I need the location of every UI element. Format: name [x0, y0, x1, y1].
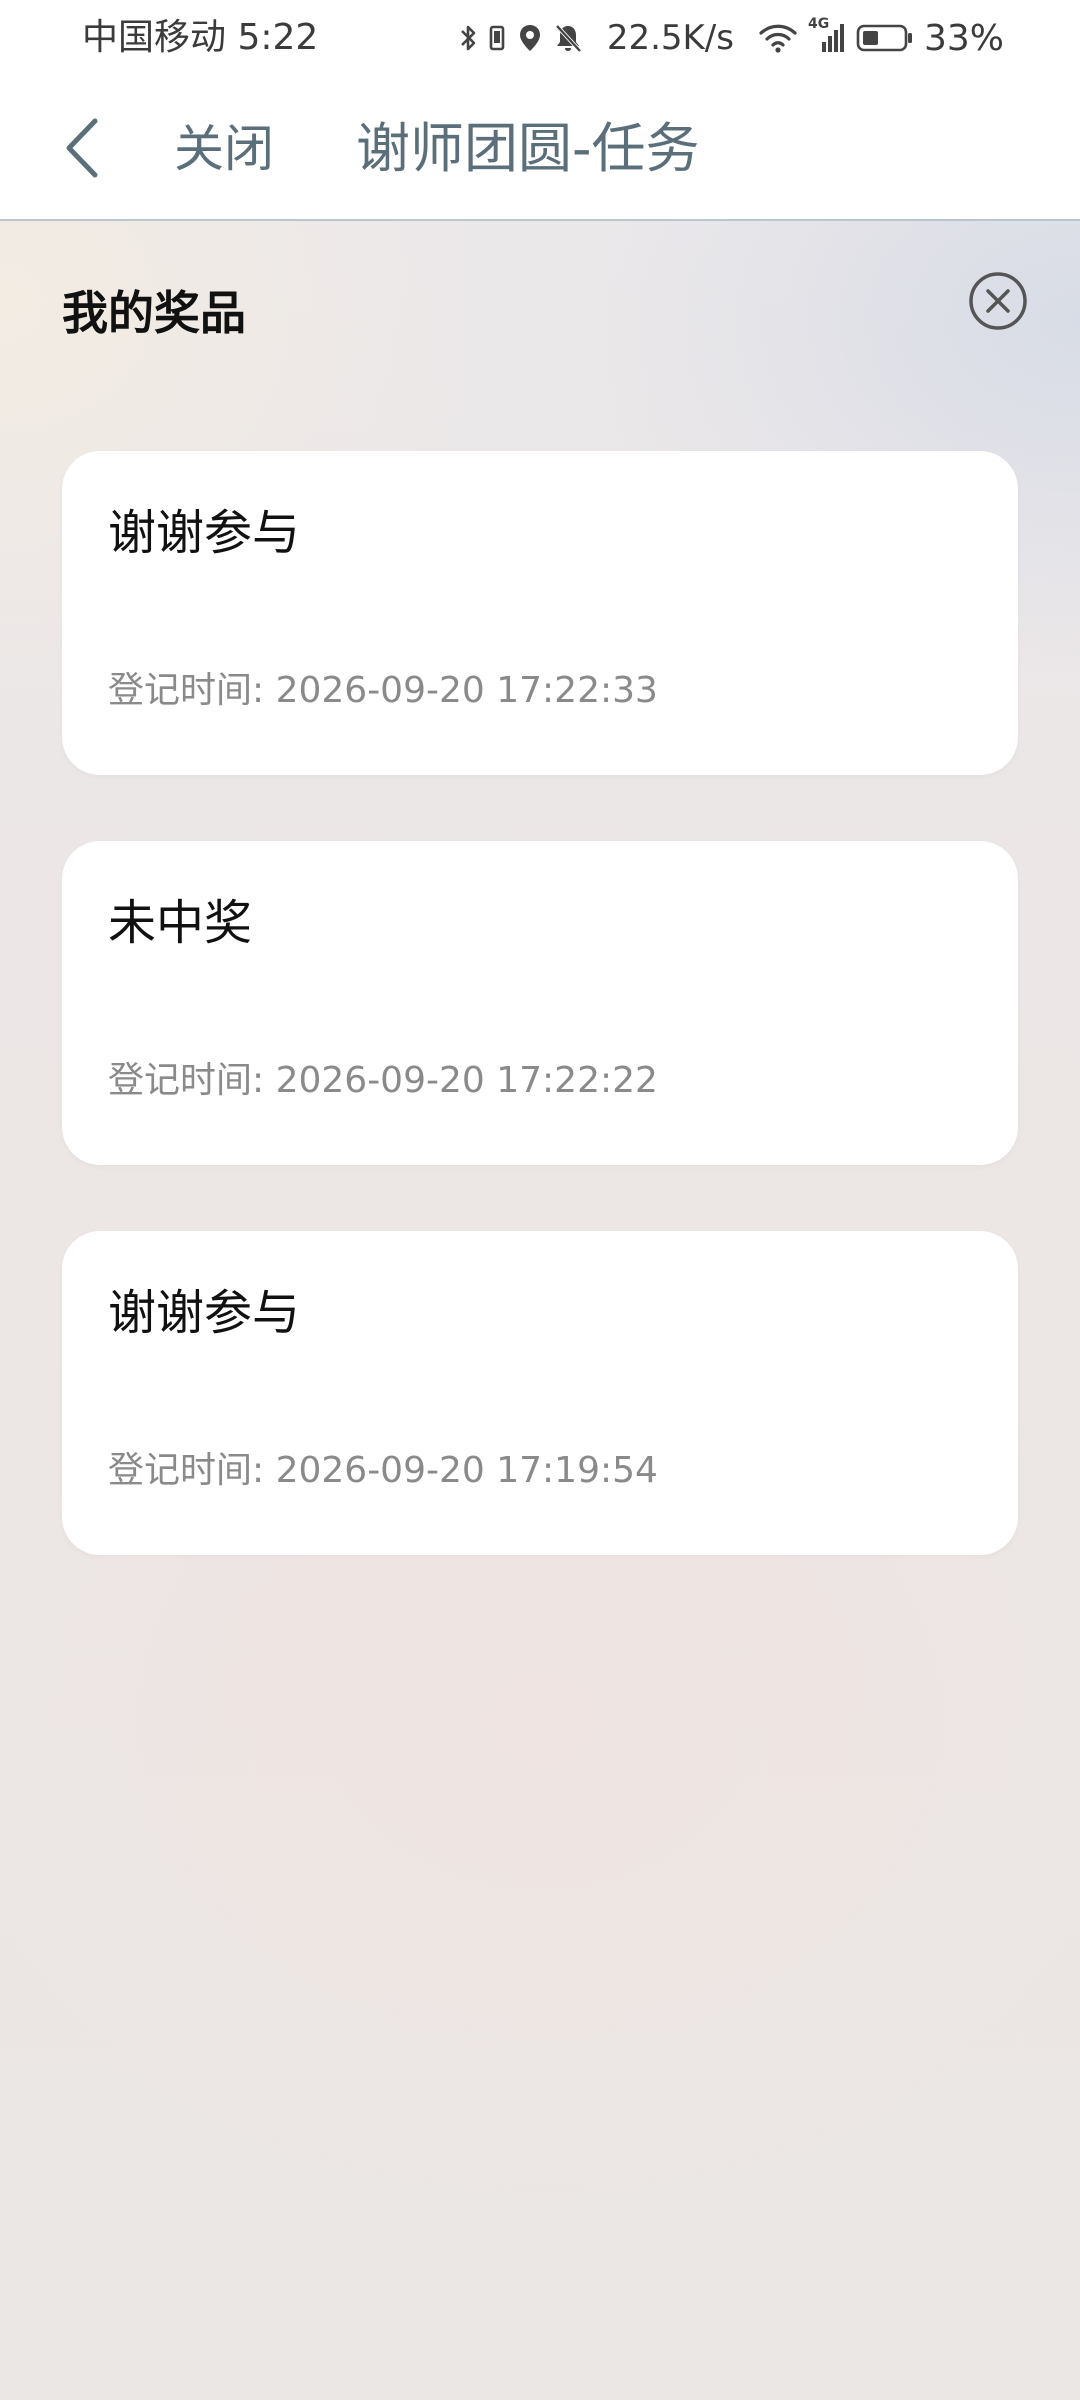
status-right: 22.5K/s 4G 33% [459, 14, 1004, 62]
prize-name: 未中奖 [108, 895, 253, 951]
panel-close-button[interactable] [968, 271, 1028, 331]
chevron-left-icon [62, 117, 102, 183]
prize-card: 未中奖 登记时间: 2026-09-20 17:22:22 [62, 841, 1018, 1165]
status-bar: 中国移动 5:22 22.5K/s 4G 33% [0, 0, 1080, 76]
prize-name: 谢谢参与 [108, 1285, 301, 1341]
prize-time: 登记时间: 2026-09-20 17:22:33 [108, 670, 658, 711]
back-button[interactable] [50, 114, 114, 186]
prize-list: 谢谢参与 登记时间: 2026-09-20 17:22:33 未中奖 登记时间:… [62, 451, 1018, 1621]
battery-percent: 33% [923, 17, 1004, 59]
prize-card: 谢谢参与 登记时间: 2026-09-20 17:22:33 [62, 451, 1018, 775]
clock: 5:22 [237, 17, 319, 58]
page-title: 谢师团圆-任务 [356, 117, 700, 180]
status-left: 中国移动 5:22 [82, 14, 318, 62]
vibrate-icon [487, 22, 507, 54]
prize-time: 登记时间: 2026-09-20 17:22:22 [108, 1060, 658, 1101]
location-icon [517, 22, 543, 54]
wifi-icon [758, 22, 798, 54]
prize-card: 谢谢参与 登记时间: 2026-09-20 17:19:54 [62, 1231, 1018, 1555]
bluetooth-icon [459, 22, 477, 54]
battery-icon [856, 22, 914, 54]
carrier-label: 中国移动 [82, 17, 227, 58]
circle-close-icon [968, 272, 1028, 335]
signal-icon: 4G [808, 16, 846, 56]
close-link[interactable]: 关闭 [174, 116, 274, 182]
prize-panel: 我的奖品 谢谢参与 登记时间: 2026-09-20 17:22:33 未中奖 … [0, 221, 1080, 2400]
mute-icon [553, 22, 583, 54]
net-speed: 22.5K/s [606, 18, 734, 58]
panel-title: 我的奖品 [62, 286, 246, 340]
nav-bar: 关闭 谢师团圆-任务 [0, 76, 1080, 221]
prize-time: 登记时间: 2026-09-20 17:19:54 [108, 1450, 658, 1491]
prize-name: 谢谢参与 [108, 505, 301, 561]
